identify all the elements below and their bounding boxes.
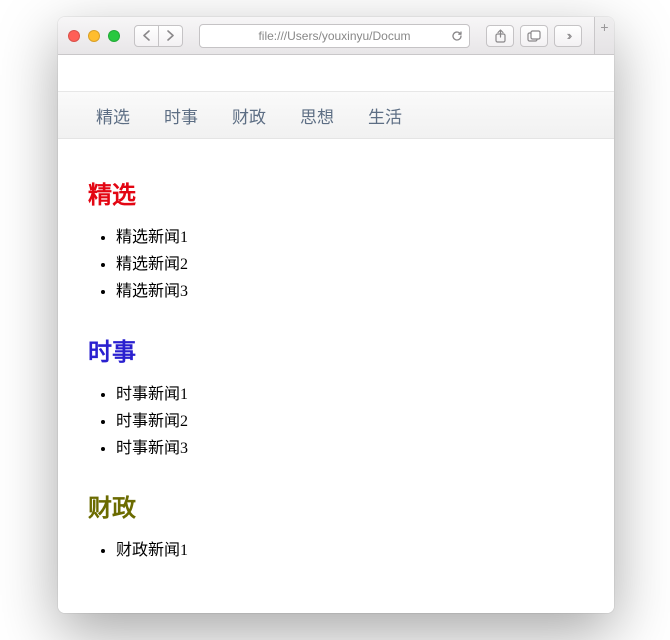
category-nav: 精选 时事 财政 思想 生活 bbox=[58, 91, 614, 139]
close-icon[interactable] bbox=[68, 30, 80, 42]
page: 精选 时事 财政 思想 生活 精选 精选新闻1 精选新闻2 精选新闻3 时事 时… bbox=[58, 91, 614, 564]
list-item[interactable]: 时事新闻1 bbox=[116, 381, 584, 408]
chevron-double-right-icon: ›› bbox=[567, 28, 570, 43]
tabs-button[interactable] bbox=[520, 25, 548, 47]
share-icon bbox=[494, 29, 507, 43]
list-item[interactable]: 时事新闻2 bbox=[116, 408, 584, 435]
toolbar-right: ›› bbox=[486, 25, 582, 47]
news-list: 时事新闻1 时事新闻2 时事新闻3 bbox=[88, 381, 584, 463]
nav-item-thought[interactable]: 思想 bbox=[300, 103, 334, 128]
titlebar: file:///Users/youxinyu/Docum ›› bbox=[58, 17, 614, 55]
list-item[interactable]: 精选新闻3 bbox=[116, 278, 584, 305]
nav-item-current[interactable]: 时事 bbox=[164, 103, 198, 128]
back-button[interactable] bbox=[134, 25, 159, 47]
minimize-icon[interactable] bbox=[88, 30, 100, 42]
window-controls bbox=[68, 30, 120, 42]
reload-icon[interactable] bbox=[451, 30, 463, 42]
forward-button[interactable] bbox=[159, 25, 183, 47]
viewport: 精选 时事 财政 思想 生活 精选 精选新闻1 精选新闻2 精选新闻3 时事 时… bbox=[58, 55, 614, 613]
chevron-right-icon bbox=[166, 30, 175, 41]
share-button[interactable] bbox=[486, 25, 514, 47]
new-tab-button[interactable]: + bbox=[594, 17, 614, 54]
list-item[interactable]: 时事新闻3 bbox=[116, 435, 584, 462]
address-text: file:///Users/youxinyu/Docum bbox=[258, 29, 410, 43]
browser-window: file:///Users/youxinyu/Docum ›› bbox=[58, 17, 614, 613]
chevron-left-icon bbox=[142, 30, 151, 41]
zoom-icon[interactable] bbox=[108, 30, 120, 42]
overflow-button[interactable]: ›› bbox=[554, 25, 582, 47]
list-item[interactable]: 精选新闻1 bbox=[116, 224, 584, 251]
list-item[interactable]: 精选新闻2 bbox=[116, 251, 584, 278]
list-item[interactable]: 财政新闻1 bbox=[116, 537, 584, 564]
nav-item-featured[interactable]: 精选 bbox=[96, 103, 130, 128]
section-heading: 精选 bbox=[88, 175, 584, 210]
news-list: 精选新闻1 精选新闻2 精选新闻3 bbox=[88, 224, 584, 306]
nav-buttons bbox=[134, 25, 183, 47]
plus-icon: + bbox=[600, 19, 608, 35]
address-bar[interactable]: file:///Users/youxinyu/Docum bbox=[199, 24, 470, 48]
section-heading: 时事 bbox=[88, 332, 584, 367]
section-heading: 财政 bbox=[88, 488, 584, 523]
nav-item-finance[interactable]: 财政 bbox=[232, 103, 266, 128]
news-list: 财政新闻1 bbox=[88, 537, 584, 564]
tabs-icon bbox=[527, 30, 541, 42]
content: 精选 精选新闻1 精选新闻2 精选新闻3 时事 时事新闻1 时事新闻2 时事新闻… bbox=[58, 139, 614, 564]
nav-item-life[interactable]: 生活 bbox=[368, 103, 402, 128]
